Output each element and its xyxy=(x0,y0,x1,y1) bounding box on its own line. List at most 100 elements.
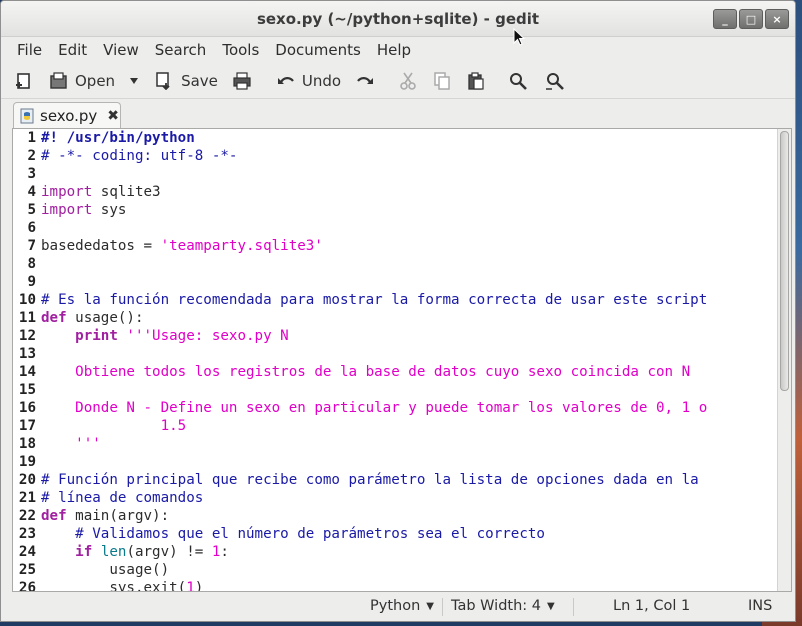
code-token: 1.5 xyxy=(41,418,187,434)
code-token: (argv) != xyxy=(126,544,212,560)
line-text xyxy=(38,219,41,237)
tab-sexo-py[interactable]: sexo.py ✖ xyxy=(13,102,121,128)
code-token: import xyxy=(41,202,93,218)
line-number: 2 xyxy=(27,148,36,164)
code-line[interactable]: 6 xyxy=(13,219,778,237)
copy-button[interactable] xyxy=(433,71,451,90)
code-line[interactable]: 2 # -*- coding: utf-8 -*- xyxy=(13,147,778,165)
code-token: usage() xyxy=(41,562,170,578)
code-token: main(argv): xyxy=(66,508,170,524)
line-text xyxy=(38,165,41,183)
language-selector[interactable]: Python ▼ xyxy=(370,598,434,614)
code-line[interactable]: 17 1.5 xyxy=(13,417,778,435)
line-text xyxy=(38,453,41,471)
code-token: # Validamos que el número de parámetros … xyxy=(75,526,545,542)
code-token: Obtiene todos los registros de la base d… xyxy=(41,364,691,380)
open-recent-dropdown[interactable] xyxy=(129,77,139,85)
line-text: if len(argv) != 1: xyxy=(38,543,229,561)
line-text xyxy=(38,381,41,399)
maximize-button[interactable]: □ xyxy=(739,9,763,29)
code-line[interactable]: 8 xyxy=(13,255,778,273)
new-document-button[interactable] xyxy=(15,72,33,90)
text-editor[interactable]: 1 #! /usr/bin/python 2 # -*- coding: utf-8 … xyxy=(12,128,792,592)
menu-help[interactable]: Help xyxy=(369,41,419,59)
open-label: Open xyxy=(75,71,116,90)
insert-mode: INS xyxy=(748,598,772,614)
code-line[interactable]: 15 xyxy=(13,381,778,399)
line-text: #! /usr/bin/python xyxy=(38,129,195,147)
code-line[interactable]: 23 # Validamos que el número de parámetr… xyxy=(13,525,778,543)
line-number: 21 xyxy=(18,490,36,506)
print-button[interactable] xyxy=(232,71,252,90)
cursor-position-label: Ln 1, Col 1 xyxy=(613,598,691,614)
tab-width-selector[interactable]: Tab Width: 4 ▼ xyxy=(451,598,555,614)
code-token: # Función principal que recibe como pará… xyxy=(41,472,699,488)
code-line[interactable]: 16 Donde N - Define un sexo en particula… xyxy=(13,399,778,417)
code-line[interactable]: 19 xyxy=(13,453,778,471)
code-token: usage(): xyxy=(66,310,144,326)
insert-mode-label: INS xyxy=(748,598,773,614)
code-area[interactable]: 1 #! /usr/bin/python 2 # -*- coding: utf-8 … xyxy=(13,129,778,591)
chevron-down-icon xyxy=(130,77,139,84)
code-line[interactable]: 4 import sqlite3 xyxy=(13,183,778,201)
code-line[interactable]: 14 Obtiene todos los registros de la bas… xyxy=(13,363,778,381)
code-line[interactable]: 21 # línea de comandos xyxy=(13,489,778,507)
cursor-position: Ln 1, Col 1 xyxy=(613,598,690,614)
menu-edit[interactable]: Edit xyxy=(50,41,95,59)
code-line[interactable]: 10 # Es la función recomendada para mostr… xyxy=(13,291,778,309)
scrollbar-thumb[interactable] xyxy=(780,131,789,391)
code-token: print xyxy=(75,328,118,344)
code-token: # -*- coding: utf-8 -*- xyxy=(41,148,238,164)
line-text: print '''Usage: sexo.py N xyxy=(38,327,289,345)
print-icon xyxy=(233,71,251,90)
line-text xyxy=(38,255,41,273)
title-bar[interactable]: sexo.py (~/python+sqlite) - gedit _ □ × xyxy=(1,1,795,46)
code-line[interactable]: 12 print '''Usage: sexo.py N xyxy=(13,327,778,345)
menu-documents[interactable]: Documents xyxy=(267,41,369,59)
redo-button[interactable] xyxy=(355,73,375,89)
code-line[interactable]: 22 def main(argv): xyxy=(13,507,778,525)
line-number: 4 xyxy=(27,184,36,200)
code-line[interactable]: 24 if len(argv) != 1: xyxy=(13,543,778,561)
tab-width-label: Tab Width: 4 xyxy=(451,598,542,614)
close-window-button[interactable]: × xyxy=(765,9,789,29)
code-line[interactable]: 9 xyxy=(13,273,778,291)
code-line[interactable]: 3 xyxy=(13,165,778,183)
cut-button[interactable] xyxy=(399,72,417,90)
code-line[interactable]: 5 import sys xyxy=(13,201,778,219)
code-line[interactable]: 1 #! /usr/bin/python xyxy=(13,129,778,147)
code-token: : xyxy=(220,544,229,560)
code-token: #! /usr/bin/python xyxy=(41,130,195,146)
open-button[interactable]: Open xyxy=(49,72,115,90)
line-number: 23 xyxy=(18,526,36,542)
vertical-scrollbar[interactable] xyxy=(777,129,791,591)
menu-search[interactable]: Search xyxy=(147,41,215,59)
code-line[interactable]: 11 def usage(): xyxy=(13,309,778,327)
menu-file[interactable]: File xyxy=(9,41,50,59)
line-number: 7 xyxy=(27,238,36,254)
menu-view[interactable]: View xyxy=(95,41,147,59)
line-text: sys.exit(1) xyxy=(38,579,203,591)
code-line[interactable]: 18 ''' xyxy=(13,435,778,453)
line-text: import sqlite3 xyxy=(38,183,161,201)
menu-tools[interactable]: Tools xyxy=(214,41,267,59)
code-token: 'teamparty.sqlite3' xyxy=(160,238,323,254)
find-button[interactable] xyxy=(509,72,529,90)
line-text: # -*- coding: utf-8 -*- xyxy=(38,147,237,165)
code-line[interactable]: 20 # Función principal que recibe como pa… xyxy=(13,471,778,489)
language-label: Python xyxy=(370,598,421,614)
code-line[interactable]: 25 usage() xyxy=(13,561,778,579)
save-button[interactable]: Save xyxy=(155,72,218,90)
paste-button[interactable] xyxy=(467,71,485,90)
code-line[interactable]: 7 basededatos = 'teamparty.sqlite3' xyxy=(13,237,778,255)
line-text: import sys xyxy=(38,201,126,219)
code-line[interactable]: 26 sys.exit(1) xyxy=(13,579,778,591)
minimize-button[interactable]: _ xyxy=(713,9,737,29)
undo-button[interactable]: Undo xyxy=(276,72,341,90)
find-replace-button[interactable] xyxy=(545,72,565,90)
mouse-cursor-icon xyxy=(513,28,525,46)
code-line[interactable]: 13 xyxy=(13,345,778,363)
close-tab-icon[interactable]: ✖ xyxy=(107,108,119,124)
